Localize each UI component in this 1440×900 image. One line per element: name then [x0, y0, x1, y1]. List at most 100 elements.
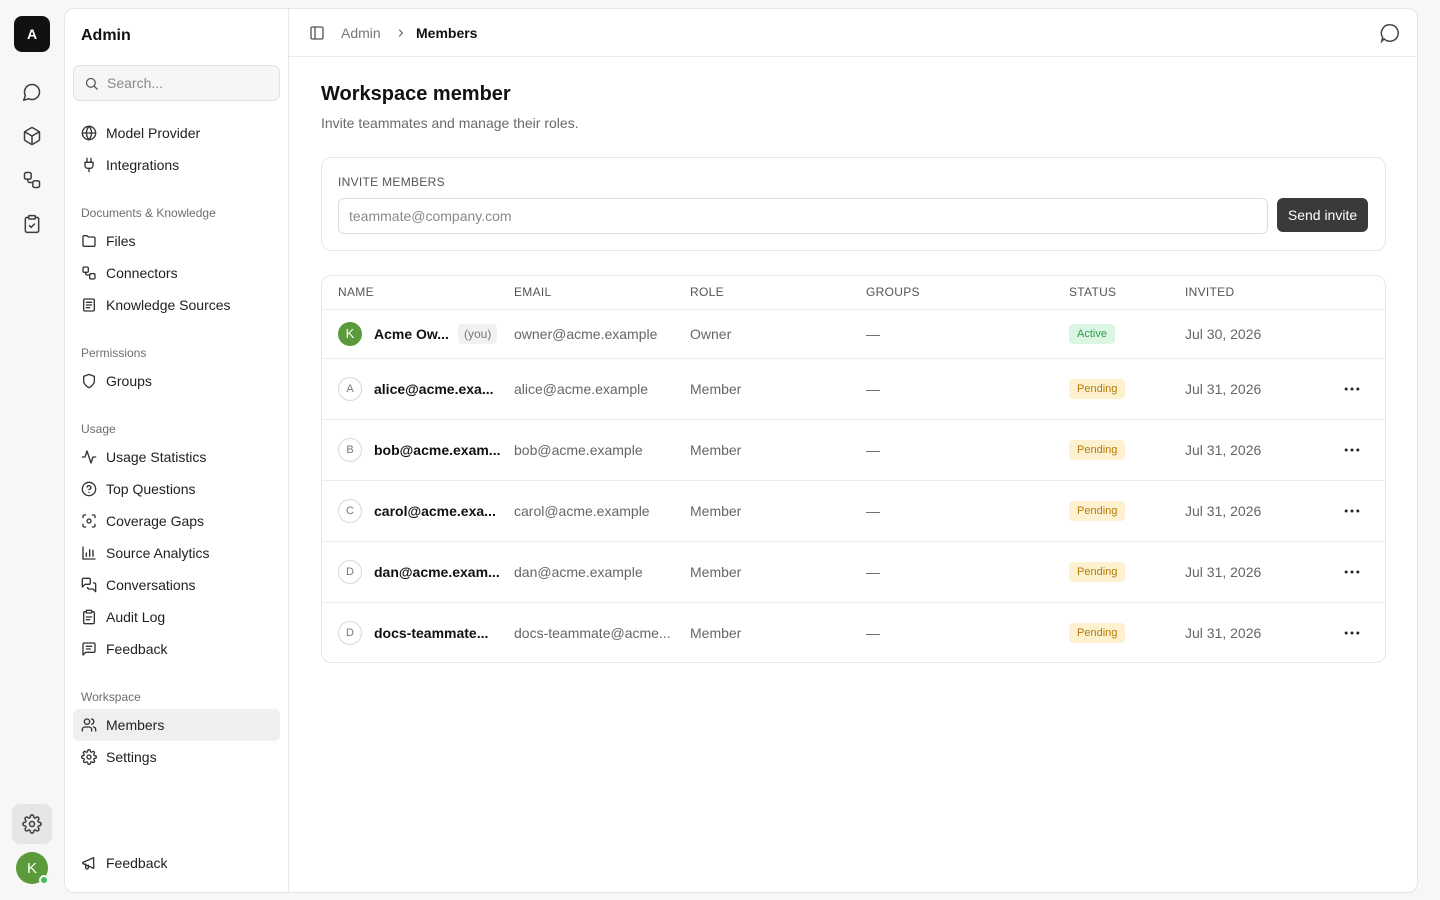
sidebar-item-conversations[interactable]: Conversations	[73, 569, 280, 601]
status-badge: Pending	[1069, 623, 1126, 643]
more-options-icon[interactable]	[1342, 562, 1362, 582]
member-email: carol@acme.example	[514, 503, 650, 519]
table-row[interactable]: D docs-teammate... docs-teammate@acme...…	[322, 602, 1385, 662]
sidebar-item-connectors[interactable]: Connectors	[73, 257, 280, 289]
page-title: Workspace member	[321, 83, 511, 105]
status-badge: Pending	[1069, 562, 1126, 582]
members-table: NAME EMAIL ROLE GROUPS STATUS INVITED K …	[321, 275, 1386, 663]
table-row[interactable]: C carol@acme.exa... carol@acme.example M…	[322, 480, 1385, 541]
gear-icon	[22, 814, 42, 834]
member-avatar: D	[338, 560, 362, 584]
member-email: dan@acme.example	[514, 564, 643, 580]
member-name: docs-teammate...	[374, 625, 489, 641]
sidebar-item-audit-log[interactable]: Audit Log	[73, 601, 280, 633]
sidebar-item-files[interactable]: Files	[73, 225, 280, 257]
message-square-icon	[81, 641, 97, 657]
user-avatar-letter: K	[26, 859, 37, 877]
online-status-dot	[39, 875, 49, 885]
globe-icon	[81, 125, 97, 141]
page-subtitle: Invite teammates and manage their roles.	[321, 115, 579, 131]
sidebar-item-label: Coverage Gaps	[106, 513, 205, 529]
shield-icon	[81, 373, 97, 389]
member-groups: —	[866, 442, 880, 458]
you-badge: (you)	[458, 323, 498, 344]
table-row[interactable]: A alice@acme.exa... alice@acme.example M…	[322, 358, 1385, 419]
question-circle-icon	[81, 481, 97, 497]
sidebar-item-feedback[interactable]: Feedback	[73, 633, 280, 665]
more-options-icon[interactable]	[1342, 623, 1362, 643]
megaphone-icon	[81, 855, 97, 871]
status-badge: Pending	[1069, 379, 1126, 399]
more-options-icon[interactable]	[1342, 501, 1362, 521]
breadcrumb-admin[interactable]: Admin	[341, 25, 381, 41]
sidebar-item-label: Source Analytics	[106, 545, 210, 561]
member-email: owner@acme.example	[514, 325, 658, 342]
send-invite-button[interactable]: Send invite	[1277, 198, 1368, 232]
gear-icon	[81, 749, 97, 765]
sidebar-item-usage-statistics[interactable]: Usage Statistics	[73, 441, 280, 473]
clipboard-icon	[81, 609, 97, 625]
column-header-status: STATUS	[1069, 285, 1117, 299]
member-role[interactable]: Member	[690, 381, 741, 397]
rail-settings-button[interactable]	[12, 804, 52, 844]
sidebar-bottom-feedback[interactable]: Feedback	[73, 847, 280, 879]
sidebar-item-integrations[interactable]: Integrations	[73, 149, 280, 181]
sidebar-item-label: Audit Log	[106, 609, 166, 625]
member-role[interactable]: Member	[690, 564, 741, 580]
sidebar-item-label: Members	[106, 717, 165, 733]
sidebar-item-label: Feedback	[106, 641, 168, 657]
section-title-workspace: Workspace	[81, 690, 141, 704]
section-title-usage: Usage	[81, 422, 116, 436]
table-row[interactable]: B bob@acme.exam... bob@acme.example Memb…	[322, 419, 1385, 480]
sidebar-item-label: Integrations	[106, 157, 180, 173]
member-invited: Jul 30, 2026	[1185, 325, 1262, 342]
chat-bubble-icon[interactable]	[1379, 22, 1401, 44]
member-groups: —	[866, 625, 880, 641]
member-email: alice@acme.example	[514, 381, 649, 397]
member-groups: —	[866, 325, 880, 342]
chat-icon[interactable]	[14, 74, 50, 110]
sidebar-item-label: Top Questions	[106, 481, 196, 497]
member-role[interactable]: Member	[690, 442, 741, 458]
member-role[interactable]: Member	[690, 503, 741, 519]
more-options-icon[interactable]	[1342, 440, 1362, 460]
table-row[interactable]: D dan@acme.exam... dan@acme.example Memb…	[322, 541, 1385, 602]
sidebar-item-source-analytics[interactable]: Source Analytics	[73, 537, 280, 569]
member-invited: Jul 31, 2026	[1185, 381, 1262, 397]
sidebar-item-groups[interactable]: Groups	[73, 365, 280, 397]
column-header-invited: INVITED	[1185, 285, 1235, 299]
status-badge: Pending	[1069, 440, 1126, 460]
book-icon	[81, 297, 97, 313]
invite-email-field[interactable]	[338, 198, 1268, 234]
sidebar-item-label: Settings	[106, 749, 157, 765]
member-name: Acme Ow...	[374, 325, 449, 342]
user-avatar[interactable]: K	[16, 852, 49, 885]
member-role[interactable]: Owner	[690, 326, 731, 342]
more-options-icon[interactable]	[1342, 379, 1362, 399]
sidebar-item-label: Connectors	[106, 265, 178, 281]
member-role[interactable]: Member	[690, 625, 741, 641]
member-invited: Jul 31, 2026	[1185, 625, 1262, 641]
users-icon	[81, 717, 97, 733]
clipboard-check-icon[interactable]	[14, 206, 50, 242]
section-title-documents: Documents & Knowledge	[81, 206, 216, 220]
sidebar-item-members[interactable]: Members	[73, 709, 280, 741]
sidebar-item-coverage-gaps[interactable]: Coverage Gaps	[73, 505, 280, 537]
table-row[interactable]: K Acme Ow... (you) owner@acme.example Ow…	[322, 309, 1385, 358]
sidebar-search[interactable]	[73, 65, 280, 101]
member-invited: Jul 31, 2026	[1185, 564, 1262, 580]
top-bar: Admin Members	[289, 9, 1417, 57]
connectors-icon[interactable]	[14, 162, 50, 198]
member-avatar: D	[338, 621, 362, 645]
sidebar-item-label: Files	[106, 233, 136, 249]
sidebar-item-settings[interactable]: Settings	[73, 741, 280, 773]
cube-icon[interactable]	[14, 118, 50, 154]
sidebar-toggle-icon[interactable]	[309, 25, 325, 41]
search-input[interactable]	[107, 75, 267, 91]
breadcrumb-members: Members	[416, 25, 478, 41]
sidebar-item-model-provider[interactable]: Model Provider	[73, 117, 280, 149]
sidebar-item-knowledge-sources[interactable]: Knowledge Sources	[73, 289, 280, 321]
workspace-logo[interactable]: A	[14, 16, 50, 52]
sidebar-item-top-questions[interactable]: Top Questions	[73, 473, 280, 505]
column-header-groups: GROUPS	[866, 285, 920, 299]
